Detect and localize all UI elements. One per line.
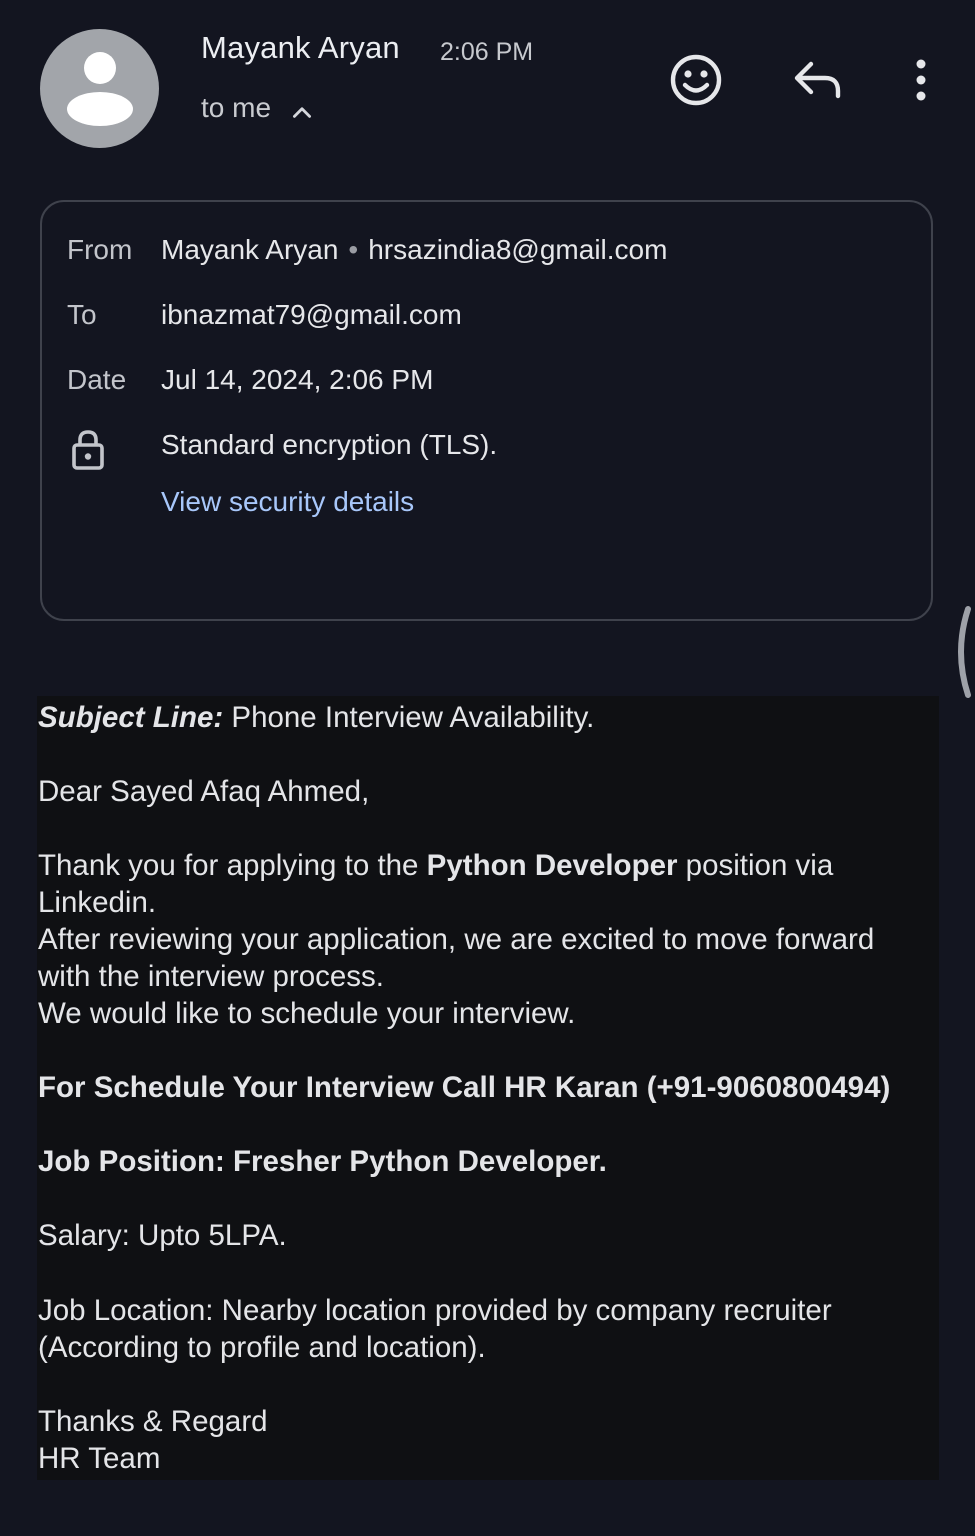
paragraph-2-line-1: After reviewing your application, we are…	[38, 923, 875, 956]
p1-text-pre: Thank you for applying to the	[38, 849, 427, 882]
from-email[interactable]: hrsazindia8@gmail.com	[368, 234, 667, 265]
email-view-screen: Mayank Aryan 2:06 PM to me From Mayank A…	[0, 0, 975, 1536]
paragraph-3: We would like to schedule your interview…	[38, 997, 576, 1030]
signoff-line-2: HR Team	[38, 1442, 161, 1475]
job-location-line-2: (According to profile and location).	[38, 1331, 486, 1364]
paragraph-1-line-2: Linkedin.	[38, 886, 157, 919]
emoji-smile-icon	[670, 54, 722, 106]
greeting: Dear Sayed Afaq Ahmed,	[38, 775, 370, 808]
to-label: To	[67, 299, 97, 330]
subject-label: Subject Line:	[38, 701, 224, 734]
from-label: From	[67, 234, 133, 265]
signoff-line-1: Thanks & Regard	[38, 1405, 268, 1438]
paragraph-1-line-1: Thank you for applying to the Python Dev…	[38, 849, 833, 883]
p1-position-bold: Python Developer	[426, 849, 678, 882]
from-name: Mayank Aryan	[161, 234, 339, 265]
message-details-card: From Mayank Aryan • hrsazindia8@gmail.com …	[40, 200, 933, 621]
more-vertical-icon	[916, 59, 926, 101]
recipient-toggle[interactable]: to me	[201, 91, 315, 125]
chevron-up-icon	[293, 107, 312, 118]
sender-avatar[interactable]	[40, 29, 159, 148]
salary-line: Salary: Upto 5LPA.	[38, 1219, 287, 1252]
date-value: Jul 14, 2024, 2:06 PM	[161, 364, 434, 395]
to-email[interactable]: ibnazmat79@gmail.com	[161, 299, 462, 331]
email-body: Subject Line: Phone Interview Availabili…	[37, 696, 939, 1480]
reply-button[interactable]	[787, 50, 847, 110]
more-options-button[interactable]	[891, 50, 951, 110]
sender-name[interactable]: Mayank Aryan	[201, 30, 400, 66]
subject-text: Phone Interview Availability.	[223, 701, 595, 734]
from-value: Mayank Aryan • hrsazindia8@gmail.com	[161, 234, 667, 266]
schedule-call-line: For Schedule Your Interview Call HR Kara…	[38, 1071, 891, 1104]
avatar-head-shape	[84, 52, 116, 84]
p1-text-post: position via	[677, 849, 834, 882]
from-separator: •	[348, 234, 359, 265]
reply-arrow-icon	[794, 61, 841, 99]
react-emoji-button[interactable]	[666, 50, 726, 110]
avatar-body-shape	[67, 92, 133, 126]
job-position-line: Job Position: Fresher Python Developer.	[38, 1145, 607, 1178]
job-location-line-1: Job Location: Nearby location provided b…	[38, 1294, 832, 1327]
encryption-text: Standard encryption (TLS).	[161, 429, 498, 460]
sent-time: 2:06 PM	[440, 38, 534, 66]
date-label: Date	[67, 364, 127, 395]
lock-icon	[72, 430, 104, 470]
scroll-handle[interactable]	[946, 603, 975, 701]
view-security-details-link[interactable]: View security details	[161, 486, 414, 518]
paragraph-2-line-2: with the interview process.	[38, 960, 384, 993]
recipient-summary: to me	[201, 92, 272, 123]
subject-line: Subject Line: Phone Interview Availabili…	[38, 701, 594, 735]
